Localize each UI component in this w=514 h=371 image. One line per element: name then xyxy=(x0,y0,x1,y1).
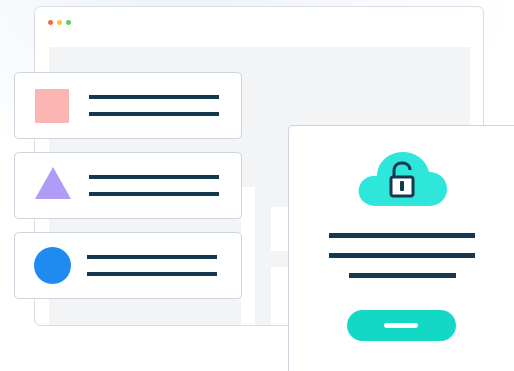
circle-icon xyxy=(34,247,71,284)
content-placeholder-block xyxy=(271,207,289,251)
text-line xyxy=(329,253,475,258)
illustration xyxy=(0,0,514,371)
text-line xyxy=(329,233,475,238)
text-line xyxy=(89,175,219,179)
square-icon xyxy=(35,89,69,123)
text-line xyxy=(89,192,219,196)
minimize-dot[interactable] xyxy=(57,20,62,25)
button-label-bar xyxy=(384,323,418,328)
text-line xyxy=(89,112,219,116)
cloud-lock-icon xyxy=(358,152,447,206)
list-item-card[interactable] xyxy=(14,232,242,299)
close-dot[interactable] xyxy=(48,20,53,25)
list-item-card[interactable] xyxy=(14,152,242,219)
list-item-card[interactable] xyxy=(14,72,242,139)
content-placeholder-block xyxy=(241,187,255,325)
maximize-dot[interactable] xyxy=(66,20,71,25)
text-line xyxy=(87,255,217,259)
text-line xyxy=(89,95,219,99)
text-line xyxy=(87,272,217,276)
triangle-icon xyxy=(35,167,71,199)
text-line xyxy=(349,273,456,278)
window-controls xyxy=(48,20,71,25)
action-button[interactable] xyxy=(347,310,456,341)
secure-panel xyxy=(288,125,514,371)
content-placeholder-block xyxy=(271,267,289,325)
